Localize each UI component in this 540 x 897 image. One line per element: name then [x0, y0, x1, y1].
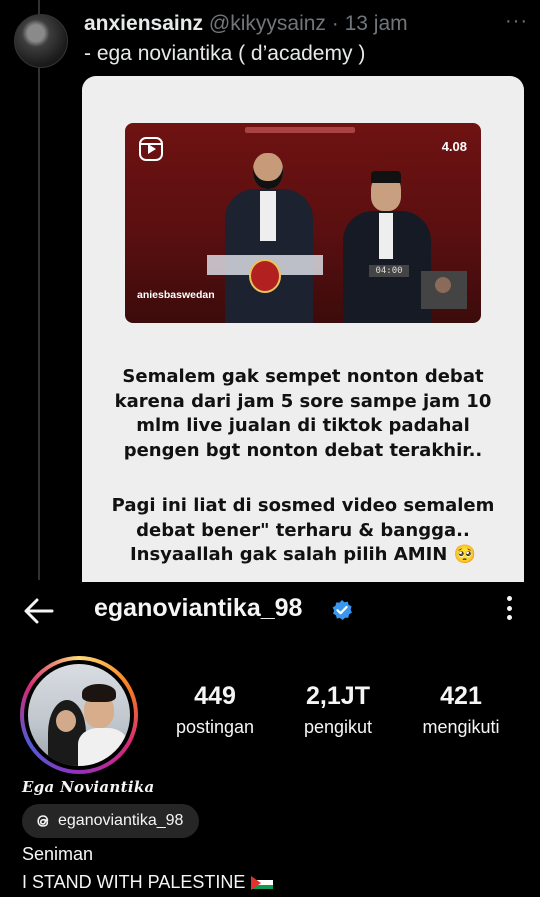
tweet-header: anxiensainz @kikyysainz · 13 jam — [84, 12, 408, 36]
stat-following-value: 421 — [440, 682, 482, 710]
tweet-time[interactable]: 13 jam — [345, 12, 408, 35]
instagram-profile: eganoviantika_98 449 postingan 2,1JT pen… — [0, 582, 540, 897]
stat-posts-value: 449 — [194, 682, 236, 710]
tweet-image[interactable]: 04:00 4.08 aniesbaswedan Semalem gak sem… — [82, 76, 524, 596]
reels-icon — [139, 137, 163, 161]
tweet-author-avatar[interactable] — [14, 14, 68, 68]
video-banner — [245, 127, 355, 133]
tweet-author-handle[interactable]: @kikyysainz — [209, 12, 326, 35]
profile-picture — [28, 664, 130, 766]
more-options-icon[interactable]: ··· — [505, 10, 528, 33]
stat-posts[interactable]: 449 postingan — [160, 682, 270, 738]
profile-picture-story-ring[interactable] — [20, 656, 138, 774]
caption-line: mlm live jualan di tiktok padahal — [136, 415, 470, 436]
stat-followers-value: 2,1JT — [306, 682, 370, 710]
tweet-separator: · — [325, 12, 345, 35]
stat-followers-label: pengikut — [303, 717, 373, 737]
kebab-menu-icon[interactable] — [506, 596, 512, 624]
caption-line: pengen bgt nonton debat terakhir.. — [123, 439, 483, 461]
threads-icon — [37, 815, 49, 827]
caption-line: karena dari jam 5 sore sampe jam 10 — [114, 390, 492, 412]
podium-emblem — [249, 259, 281, 293]
stat-following-label: mengikuti — [422, 717, 500, 737]
back-arrow-icon[interactable] — [22, 594, 56, 628]
debate-timer: 04:00 — [369, 265, 409, 277]
caption-line: Insyaallah gak salah pilih AMIN 🥺 — [129, 544, 477, 565]
stat-followers[interactable]: 2,1JT pengikut — [286, 682, 390, 738]
bio-line-2-text: I STAND WITH PALESTINE — [22, 872, 246, 892]
caption-line: debat bener" terharu & bangga.. — [136, 519, 470, 541]
profile-username: eganoviantika_98 — [94, 594, 303, 622]
tweet: anxiensainz @kikyysainz · 13 jam ··· - e… — [0, 0, 540, 596]
caption-line: Semalem gak sempet nonton debat — [122, 366, 484, 387]
stat-posts-label: postingan — [175, 717, 255, 737]
thread-line — [38, 0, 40, 580]
palestine-flag-icon — [251, 875, 274, 890]
caption-line: Pagi ini liat di sosmed video semalem — [111, 495, 495, 516]
tweet-author-name[interactable]: anxiensainz — [84, 12, 203, 35]
caption-paragraph-1: Semalem gak sempet nonton debat karena d… — [82, 365, 524, 463]
stat-following[interactable]: 421 mengikuti — [406, 682, 516, 738]
sign-language-interpreter — [421, 271, 467, 309]
bio-line-2: I STAND WITH PALESTINE — [22, 872, 274, 893]
bio-line-1: Seniman — [22, 844, 94, 864]
speaker-figure — [205, 153, 325, 323]
video-badge: 4.08 — [441, 139, 467, 154]
video-username: aniesbaswedan — [137, 289, 215, 301]
tweet-text: - ega noviantika ( d’academy ) — [84, 42, 366, 65]
video-thumbnail: 04:00 4.08 aniesbaswedan — [125, 123, 481, 323]
threads-handle: eganoviantika_98 — [58, 812, 184, 829]
verified-badge-icon — [332, 600, 352, 620]
threads-profile-link[interactable]: eganoviantika_98 — [22, 804, 200, 838]
profile-display-name: Ega Noviantika — [22, 778, 155, 796]
caption-paragraph-2: Pagi ini liat di sosmed video semalem de… — [82, 494, 524, 568]
